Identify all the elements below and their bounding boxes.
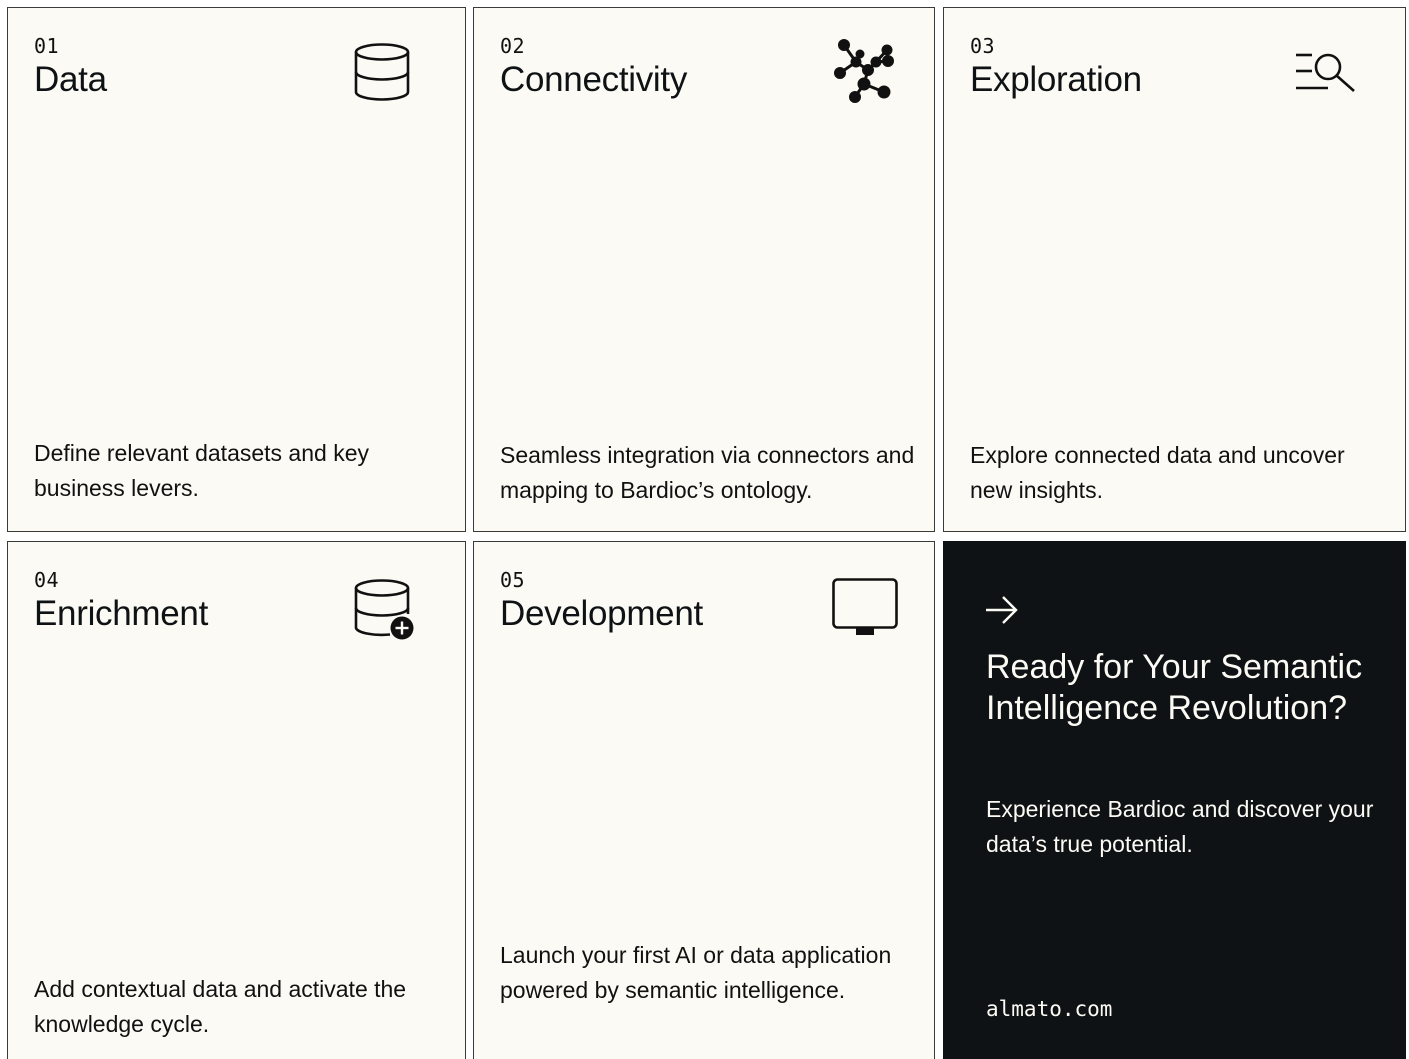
step-title: Enrichment: [34, 594, 209, 633]
arrow-right-icon: [986, 596, 1018, 624]
step-title: Development: [500, 594, 703, 633]
step-description: Explore connected data and uncover new i…: [970, 442, 1345, 503]
step-number: 02: [500, 34, 526, 58]
step-card-exploration: 03 Exploration Explore connected data an…: [943, 7, 1406, 532]
step-number: 05: [500, 568, 526, 592]
step-description: Define relevant datasets and key busines…: [34, 440, 369, 501]
database-icon: [354, 43, 410, 101]
step-description: Seamless integration via connectors and …: [500, 442, 915, 503]
step-card-development: 05 Development Launch your first AI or d…: [473, 541, 935, 1059]
step-number: 01: [34, 34, 60, 58]
monitor-icon: [832, 578, 898, 635]
step-number: 04: [34, 568, 60, 592]
database-add-icon: [354, 579, 414, 640]
step-card-data: 01 Data Define relevant datasets and key…: [7, 7, 466, 532]
step-card-connectivity: 02 Connectivity Seamless integration via…: [473, 7, 935, 532]
step-description: Add contextual data and activate the kno…: [34, 976, 407, 1037]
step-title: Exploration: [970, 60, 1142, 99]
step-description: Launch your first AI or data application…: [500, 942, 892, 1003]
cta-title: Ready for Your Semantic Intelligence Rev…: [986, 648, 1363, 727]
step-card-enrichment: 04 Enrichment Add contextual data and ac…: [7, 541, 466, 1059]
cta-card[interactable]: Ready for Your Semantic Intelligence Rev…: [943, 541, 1406, 1059]
step-title: Connectivity: [500, 60, 688, 99]
step-number: 03: [970, 34, 996, 58]
steps-grid: 01 Data Define relevant datasets and key…: [0, 0, 1409, 1059]
step-title: Data: [34, 60, 107, 99]
website-link[interactable]: almato.com: [986, 997, 1112, 1021]
cta-description: Experience Bardioc and discover your dat…: [986, 796, 1374, 857]
network-nodes-icon: [834, 39, 894, 103]
search-list-icon: [1296, 53, 1355, 92]
